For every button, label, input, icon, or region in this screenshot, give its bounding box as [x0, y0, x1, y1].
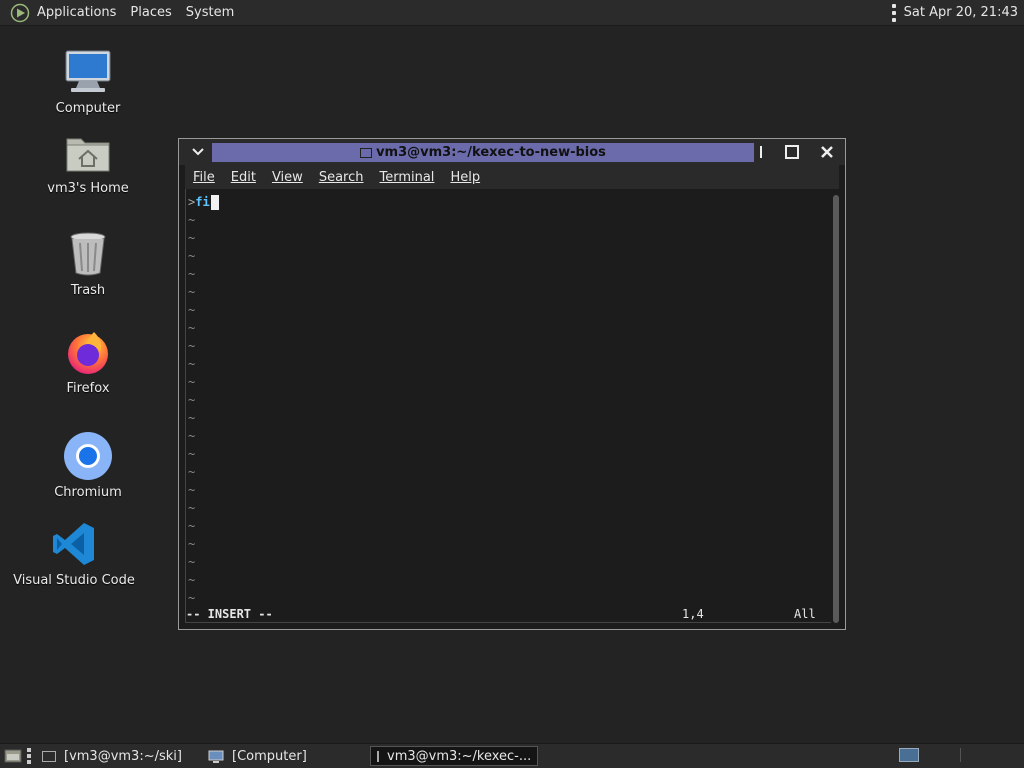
menu-edit[interactable]: Edit: [223, 170, 264, 185]
cursor-position: 1,4: [682, 607, 704, 621]
desktop-icon-computer[interactable]: Computer: [23, 46, 153, 116]
mate-logo-icon[interactable]: [0, 3, 30, 23]
menu-system[interactable]: System: [179, 0, 241, 25]
tilde-line: ~: [188, 375, 196, 389]
menu-applications[interactable]: Applications: [30, 0, 123, 25]
tilde-line: ~: [188, 429, 196, 443]
window-title: vm3@vm3:~/kexec-to-new-bios: [376, 145, 606, 160]
desktop-icon-label: Computer: [55, 101, 121, 116]
empty-line-markers: ~ ~ ~ ~ ~ ~ ~ ~ ~ ~ ~ ~ ~ ~ ~ ~ ~ ~ ~ ~ ~ ~: [188, 211, 195, 607]
taskbar-item-label: vm3@vm3:~/kexec-...: [387, 748, 532, 764]
tilde-line: ~: [188, 303, 196, 317]
tilde-line: ~: [188, 213, 196, 227]
tilde-line: ~: [188, 231, 196, 245]
menu-help[interactable]: Help: [442, 170, 488, 185]
menu-view[interactable]: View: [264, 170, 311, 185]
minimize-icon[interactable]: [755, 142, 775, 162]
taskbar-item-label: [vm3@vm3:~/ski]: [64, 748, 182, 764]
taskbar-item-terminal-kexec[interactable]: vm3@vm3:~/kexec-...: [370, 746, 538, 766]
computer-icon: [208, 750, 224, 763]
workspace-1[interactable]: [899, 748, 919, 762]
desktop-icon-home[interactable]: vm3's Home: [23, 126, 153, 196]
tilde-line: ~: [188, 573, 196, 587]
top-panel: Applications Places System Sat Apr 20, 2…: [0, 0, 1024, 26]
desktop-icon-label: Chromium: [54, 485, 122, 500]
tilde-line: ~: [188, 357, 196, 371]
firefox-icon: [62, 326, 114, 378]
desktop-icon-label: Trash: [70, 283, 106, 298]
tilde-line: ~: [188, 447, 196, 461]
terminal-icon: [360, 147, 373, 158]
desktop-icon-chromium[interactable]: Chromium: [23, 430, 153, 500]
vim-status-line: -- INSERT -- 1,4 All: [186, 607, 832, 623]
vscode-icon: [48, 518, 100, 570]
menu-places[interactable]: Places: [123, 0, 178, 25]
window-titlebar[interactable]: vm3@vm3:~/kexec-to-new-bios: [179, 139, 845, 165]
desktop-icon-vscode[interactable]: Visual Studio Code: [9, 518, 139, 588]
terminal-content[interactable]: > fi ~ ~ ~ ~ ~ ~ ~ ~ ~ ~ ~ ~ ~ ~ ~ ~ ~ ~ ~ ~ ~ ~ -- INSERT -- …: [185, 189, 831, 623]
vim-mode: -- INSERT --: [186, 607, 273, 621]
chromium-icon: [62, 430, 114, 482]
window-menu-icon[interactable]: [189, 143, 207, 161]
terminal-scrollbar[interactable]: [833, 195, 839, 623]
prompt-char: >: [188, 195, 196, 209]
trash-icon: [62, 228, 114, 280]
menu-file[interactable]: File: [185, 170, 223, 185]
desktop-icon-firefox[interactable]: Firefox: [23, 326, 153, 396]
terminal-icon: [42, 750, 56, 762]
desktop-icon-label: vm3's Home: [47, 181, 129, 196]
tilde-line: ~: [188, 285, 196, 299]
maximize-icon[interactable]: [782, 142, 802, 162]
tilde-line: ~: [188, 483, 196, 497]
panel-handle-icon[interactable]: [27, 748, 33, 764]
window-title-area[interactable]: vm3@vm3:~/kexec-to-new-bios: [212, 143, 754, 162]
tilde-line: ~: [188, 465, 196, 479]
typed-text: fi: [195, 195, 210, 209]
taskbar-item-computer[interactable]: [Computer]: [202, 746, 368, 766]
menu-search[interactable]: Search: [311, 170, 372, 185]
tilde-line: ~: [188, 519, 196, 533]
tilde-line: ~: [188, 411, 196, 425]
tilde-line: ~: [188, 555, 196, 569]
taskbar-item-terminal-ski[interactable]: [vm3@vm3:~/ski]: [36, 746, 202, 766]
taskbar-item-label: [Computer]: [232, 748, 307, 764]
workspace-2[interactable]: [960, 748, 980, 762]
close-icon[interactable]: [817, 142, 837, 162]
tilde-line: ~: [188, 393, 196, 407]
menu-terminal[interactable]: Terminal: [371, 170, 442, 185]
tilde-line: ~: [188, 249, 196, 263]
panel-options-icon[interactable]: [891, 3, 896, 22]
tilde-line: ~: [188, 321, 196, 335]
vim-command-line: > fi: [188, 193, 219, 211]
clock[interactable]: Sat Apr 20, 21:43: [904, 5, 1024, 20]
terminal-icon: [377, 750, 379, 762]
tilde-line: ~: [188, 267, 196, 281]
tilde-line: ~: [188, 501, 196, 515]
text-cursor: [210, 194, 219, 210]
desktop-icon-trash[interactable]: Trash: [23, 228, 153, 298]
desktop-icon-label: Firefox: [66, 381, 110, 396]
tilde-line: ~: [188, 537, 196, 551]
tilde-line: ~: [188, 339, 196, 353]
bottom-panel: [vm3@vm3:~/ski] [Computer] vm3@vm3:~/kex…: [0, 743, 1024, 768]
desktop-icon-label: Visual Studio Code: [13, 573, 135, 588]
tilde-line: ~: [188, 591, 196, 605]
home-folder-icon: [62, 126, 114, 178]
terminal-window[interactable]: vm3@vm3:~/kexec-to-new-bios File Edit Vi…: [178, 138, 846, 630]
scroll-percent: All: [794, 607, 816, 621]
terminal-menubar: File Edit View Search Terminal Help: [185, 165, 839, 189]
show-desktop-icon[interactable]: [4, 748, 22, 768]
computer-icon: [62, 46, 114, 98]
